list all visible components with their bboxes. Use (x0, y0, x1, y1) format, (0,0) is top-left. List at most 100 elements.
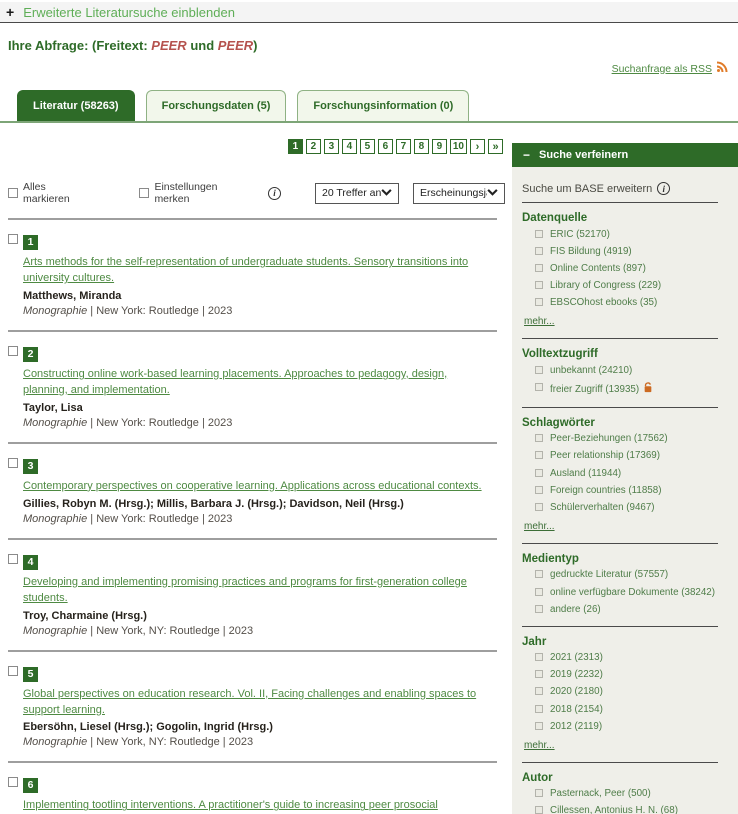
facet-option[interactable]: unbekannt (24210) (522, 365, 722, 378)
rss-icon[interactable] (716, 61, 728, 76)
page-button-1[interactable]: 1 (288, 139, 303, 154)
facet-option-label[interactable]: 2019 (2232) (550, 669, 603, 682)
remember-settings-checkbox[interactable] (139, 188, 149, 198)
base-expand-label[interactable]: Suche um BASE erweitern (522, 183, 652, 195)
facet-more-link[interactable]: mehr... (524, 740, 555, 751)
page-button-8[interactable]: 8 (414, 139, 429, 154)
tab-forschungsinformation[interactable]: Forschungsinformation (0) (297, 90, 469, 121)
facet-option[interactable]: FIS Bildung (4919) (522, 246, 722, 259)
facet-option-label[interactable]: Library of Congress (229) (550, 280, 661, 293)
facet-option-label[interactable]: ERIC (52170) (550, 229, 610, 242)
facet-checkbox[interactable] (535, 486, 543, 494)
facet-checkbox[interactable] (535, 264, 543, 272)
facet-option[interactable]: 2020 (2180) (522, 686, 722, 699)
result-checkbox[interactable] (8, 346, 18, 356)
facet-option-label[interactable]: Peer relationship (17369) (550, 450, 660, 463)
facet-option-label[interactable]: unbekannt (24210) (550, 365, 632, 378)
facet-option-label[interactable]: Cillessen, Antonius H. N. (68) (550, 805, 678, 814)
facet-checkbox[interactable] (535, 687, 543, 695)
facet-option-label[interactable]: EBSCOhost ebooks (35) (550, 297, 657, 310)
base-expand-link[interactable]: Suche um BASE erweitern i (522, 182, 718, 203)
facet-checkbox[interactable] (535, 366, 543, 374)
facet-option-label[interactable]: Online Contents (897) (550, 263, 646, 276)
facet-checkbox[interactable] (535, 653, 543, 661)
facet-option-label[interactable]: Foreign countries (11858) (550, 485, 661, 498)
result-checkbox[interactable] (8, 777, 18, 787)
facet-option-label[interactable]: 2020 (2180) (550, 686, 603, 699)
facet-option[interactable]: Online Contents (897) (522, 263, 722, 276)
page-button-3[interactable]: 3 (324, 139, 339, 154)
facet-option[interactable]: gedruckte Literatur (57557) (522, 569, 722, 582)
page-button-2[interactable]: 2 (306, 139, 321, 154)
page-button-4[interactable]: 4 (342, 139, 357, 154)
result-checkbox[interactable] (8, 554, 18, 564)
facet-checkbox[interactable] (535, 789, 543, 797)
page-button-6[interactable]: 6 (378, 139, 393, 154)
facet-option[interactable]: Peer-Beziehungen (17562) (522, 433, 722, 446)
last-page-button[interactable]: » (488, 139, 503, 154)
facet-option-label[interactable]: gedruckte Literatur (57557) (550, 569, 668, 582)
facet-option[interactable]: EBSCOhost ebooks (35) (522, 297, 722, 310)
result-checkbox[interactable] (8, 234, 18, 244)
facet-option-label[interactable]: online verfügbare Dokumente (38242) (550, 587, 715, 600)
facet-option[interactable]: ERIC (52170) (522, 229, 722, 242)
facet-checkbox[interactable] (535, 434, 543, 442)
page-button-10[interactable]: 10 (450, 139, 467, 154)
facet-checkbox[interactable] (535, 588, 543, 596)
facet-option-label[interactable]: Pasternack, Peer (500) (550, 788, 651, 801)
result-title-link[interactable]: Contemporary perspectives on cooperative… (23, 479, 491, 495)
refine-sidebar-header[interactable]: − Suche verfeinern (512, 143, 738, 167)
result-title-link[interactable]: Developing and implementing promising pr… (23, 575, 491, 607)
facet-option[interactable]: 2021 (2313) (522, 652, 722, 665)
sort-select[interactable]: Erscheinungsjahr (a (413, 183, 505, 204)
facet-more-link[interactable]: mehr... (524, 521, 555, 532)
facet-option-label[interactable]: FIS Bildung (4919) (550, 246, 632, 259)
facet-option[interactable]: Ausland (11944) (522, 468, 722, 481)
facet-option-label[interactable]: andere (26) (550, 604, 601, 617)
facet-option-label[interactable]: 2018 (2154) (550, 704, 603, 717)
facet-checkbox[interactable] (535, 670, 543, 678)
facet-checkbox[interactable] (535, 247, 543, 255)
info-icon[interactable]: i (657, 182, 670, 195)
advanced-search-toggle-label[interactable]: Erweiterte Literatursuche einblenden (23, 5, 235, 20)
page-button-9[interactable]: 9 (432, 139, 447, 154)
facet-option[interactable]: 2012 (2119) (522, 721, 722, 734)
facet-checkbox[interactable] (535, 298, 543, 306)
facet-option[interactable]: 2019 (2232) (522, 669, 722, 682)
facet-option[interactable]: Pasternack, Peer (500) (522, 788, 722, 801)
facet-option-label[interactable]: freier Zugriff (13935) (550, 382, 653, 398)
facet-checkbox[interactable] (535, 383, 543, 391)
facet-more-link[interactable]: mehr... (524, 316, 555, 327)
per-page-select[interactable]: 20 Treffer anzei (315, 183, 399, 204)
facet-option-label[interactable]: Schülerverhalten (9467) (550, 502, 655, 515)
next-page-button[interactable]: › (470, 139, 485, 154)
info-icon[interactable]: i (268, 187, 281, 200)
facet-option[interactable]: Foreign countries (11858) (522, 485, 722, 498)
facet-checkbox[interactable] (535, 451, 543, 459)
facet-option[interactable]: Schülerverhalten (9467) (522, 502, 722, 515)
facet-option-label[interactable]: 2012 (2119) (550, 721, 602, 734)
tab-literatur[interactable]: Literatur (58263) (17, 90, 135, 121)
result-title-link[interactable]: Arts methods for the self-representation… (23, 255, 491, 287)
facet-option[interactable]: freier Zugriff (13935) (522, 382, 722, 398)
facet-option[interactable]: Library of Congress (229) (522, 280, 722, 293)
facet-option[interactable]: 2018 (2154) (522, 704, 722, 717)
advanced-search-toggle[interactable]: + Erweiterte Literatursuche einblenden (0, 2, 738, 23)
result-checkbox[interactable] (8, 666, 18, 676)
facet-option[interactable]: Cillessen, Antonius H. N. (68) (522, 805, 722, 814)
facet-checkbox[interactable] (535, 605, 543, 613)
facet-option[interactable]: andere (26) (522, 604, 722, 617)
result-title-link[interactable]: Global perspectives on education researc… (23, 687, 491, 719)
result-title-link[interactable]: Implementing tootling interventions. A p… (23, 798, 491, 814)
facet-checkbox[interactable] (535, 705, 543, 713)
rss-link[interactable]: Suchanfrage als RSS (612, 63, 712, 75)
facet-checkbox[interactable] (535, 806, 543, 814)
result-title-link[interactable]: Constructing online work-based learning … (23, 367, 491, 399)
select-all-checkbox[interactable] (8, 188, 18, 198)
facet-option-label[interactable]: 2021 (2313) (550, 652, 603, 665)
facet-checkbox[interactable] (535, 281, 543, 289)
facet-checkbox[interactable] (535, 722, 543, 730)
facet-checkbox[interactable] (535, 570, 543, 578)
page-button-7[interactable]: 7 (396, 139, 411, 154)
result-checkbox[interactable] (8, 458, 18, 468)
